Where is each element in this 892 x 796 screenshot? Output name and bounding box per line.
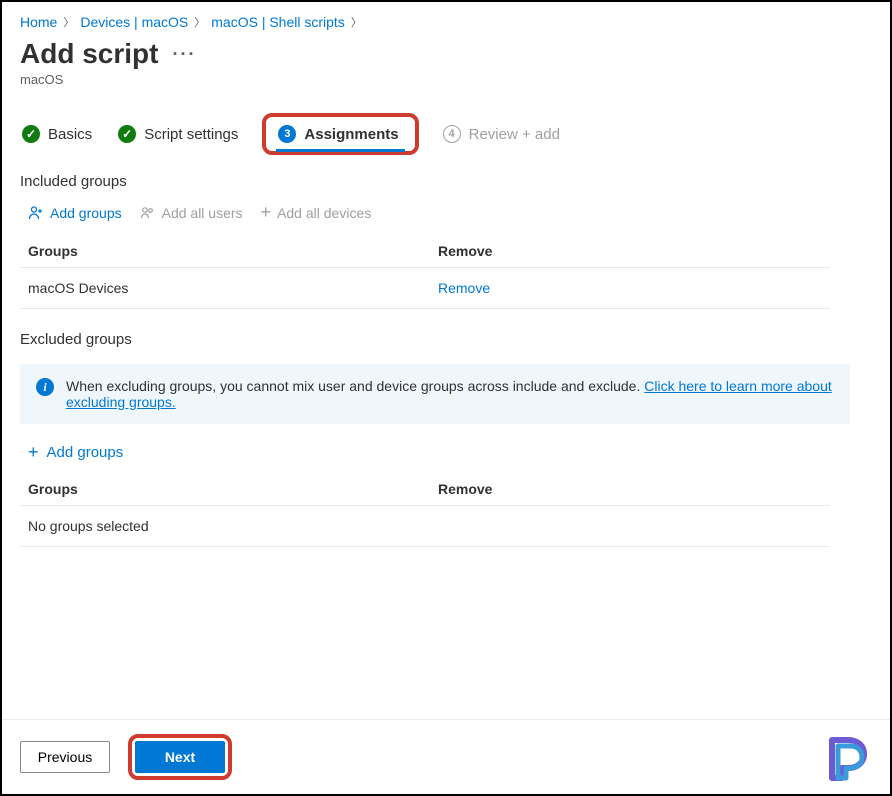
remove-link[interactable]: Remove (438, 280, 490, 296)
included-groups-heading: Included groups (20, 173, 872, 190)
chevron-right-icon: 〉 (63, 14, 74, 30)
column-header-groups: Groups (28, 243, 438, 259)
tab-script-settings[interactable]: ✓ Script settings (116, 121, 240, 147)
brand-logo (824, 732, 878, 786)
page-subtitle: macOS (20, 72, 872, 87)
breadcrumb-home[interactable]: Home (20, 14, 57, 30)
included-actions: Add groups Add all users + Add all devic… (28, 202, 872, 223)
previous-button[interactable]: Previous (20, 741, 110, 773)
table-row: macOS Devices Remove (20, 268, 830, 309)
column-header-remove: Remove (438, 481, 830, 497)
plus-icon: + (261, 202, 272, 223)
wizard-tabs: ✓ Basics ✓ Script settings 3 Assignments… (20, 113, 872, 155)
next-button[interactable]: Next (135, 741, 225, 773)
tab-basics[interactable]: ✓ Basics (20, 121, 94, 147)
chevron-right-icon: 〉 (351, 14, 362, 30)
chevron-right-icon: 〉 (194, 14, 205, 30)
check-icon: ✓ (22, 125, 40, 143)
tab-review-add: 4 Review + add (441, 121, 562, 147)
add-excluded-groups-button[interactable]: + Add groups (28, 442, 872, 463)
empty-state: No groups selected (20, 506, 830, 547)
add-groups-button[interactable]: Add groups (28, 205, 122, 221)
check-icon: ✓ (118, 125, 136, 143)
step-number-icon: 4 (443, 125, 461, 143)
more-icon[interactable]: ··· (172, 44, 196, 65)
add-all-devices-button[interactable]: + Add all devices (261, 202, 372, 223)
column-header-groups: Groups (28, 481, 438, 497)
breadcrumb-devices-macos[interactable]: Devices | macOS (80, 14, 188, 30)
person-plus-icon (28, 205, 44, 221)
info-icon: i (36, 378, 54, 396)
breadcrumb: Home 〉 Devices | macOS 〉 macOS | Shell s… (20, 14, 872, 30)
wizard-footer: Previous Next (2, 719, 890, 794)
tab-assignments[interactable]: 3 Assignments (262, 113, 418, 155)
info-banner: i When excluding groups, you cannot mix … (20, 364, 850, 424)
column-header-remove: Remove (438, 243, 830, 259)
group-name: macOS Devices (28, 280, 438, 296)
excluded-groups-table: Groups Remove No groups selected (20, 475, 830, 547)
info-text: When excluding groups, you cannot mix us… (66, 378, 644, 394)
plus-icon: + (28, 442, 39, 463)
people-icon (140, 205, 156, 221)
add-all-users-button[interactable]: Add all users (140, 205, 243, 221)
page-title: Add script ··· (20, 38, 872, 70)
step-number-icon: 3 (278, 125, 296, 143)
included-groups-table: Groups Remove macOS Devices Remove (20, 237, 830, 309)
breadcrumb-shell-scripts[interactable]: macOS | Shell scripts (211, 14, 345, 30)
excluded-groups-heading: Excluded groups (20, 331, 872, 348)
